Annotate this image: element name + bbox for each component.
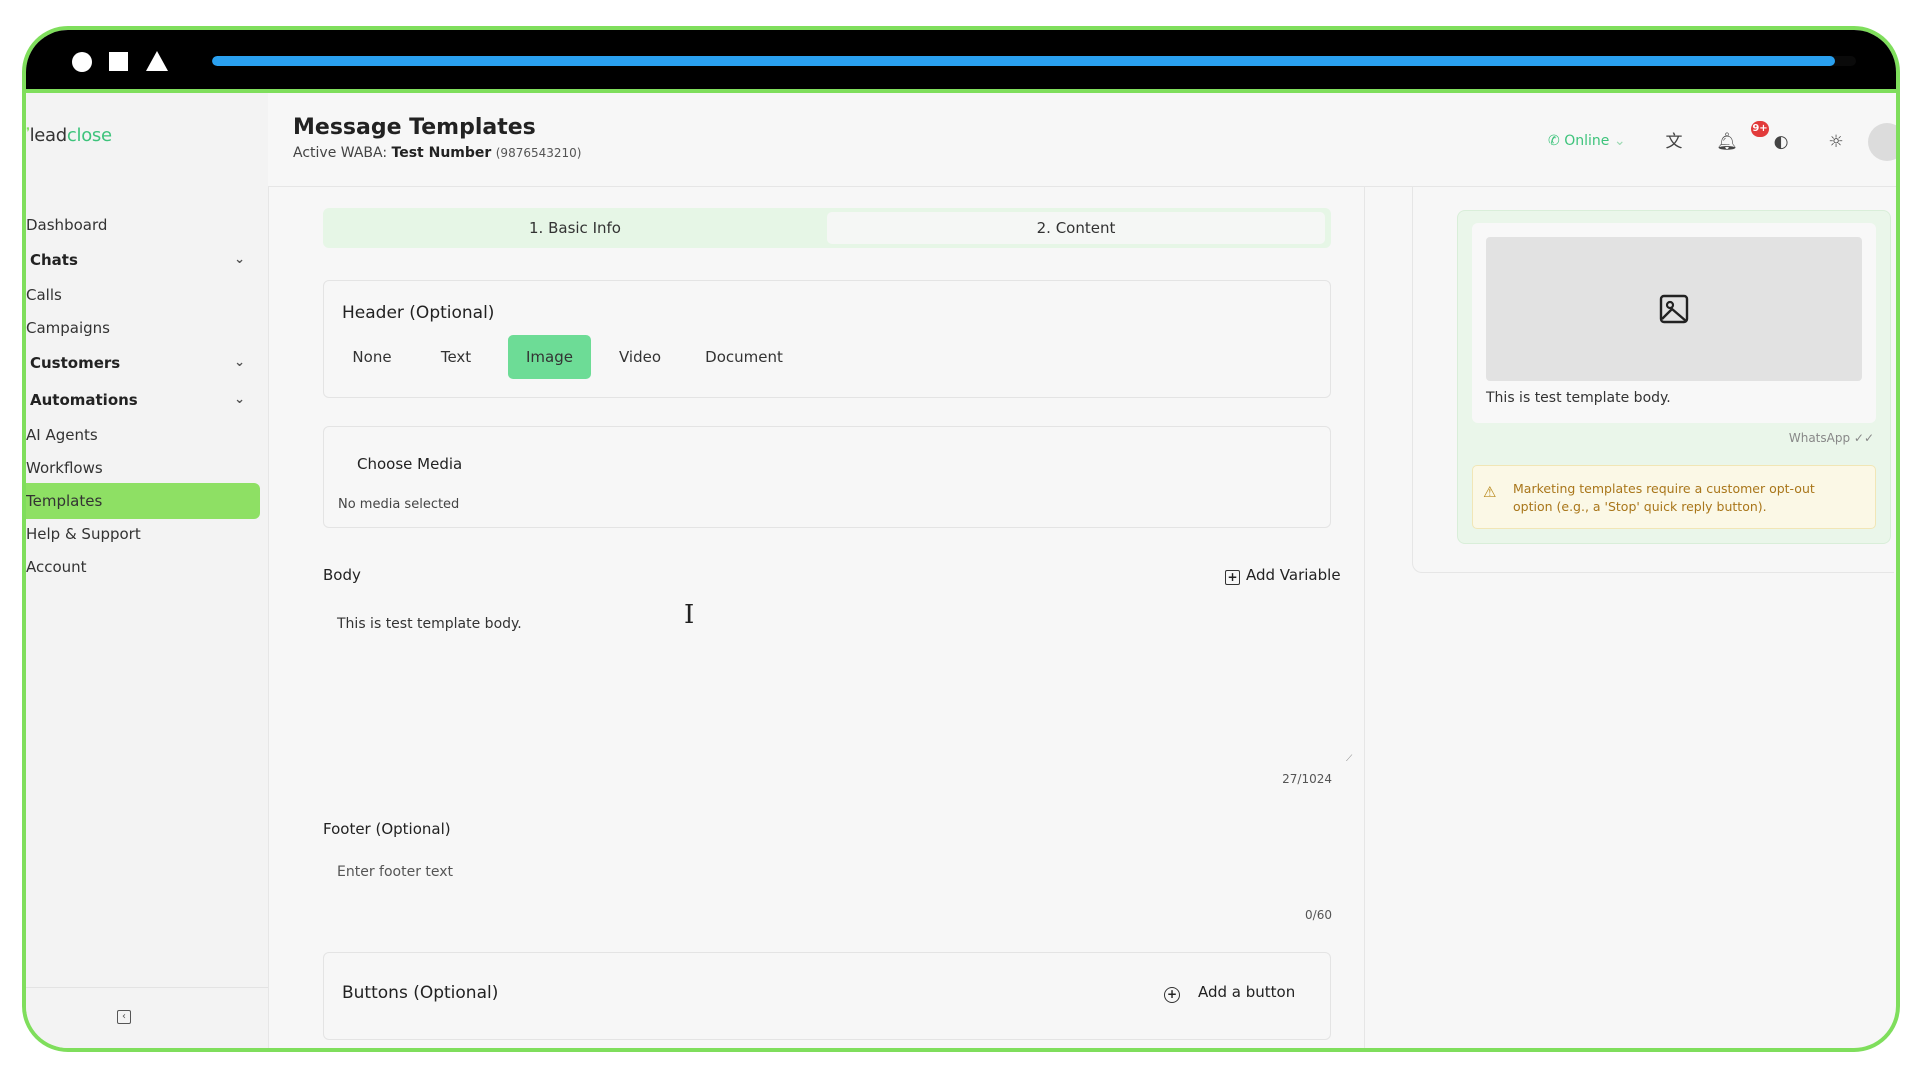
chevron-down-icon[interactable]: ⌄	[234, 242, 245, 278]
body-char-counter: 27/1024	[1282, 772, 1332, 786]
sidebar-item-label: Dashboard	[26, 216, 108, 234]
footer-input[interactable]: Enter footer text	[337, 864, 453, 880]
chevron-down-icon[interactable]: ⌄	[234, 345, 245, 381]
play-triangle-icon[interactable]	[146, 51, 168, 71]
waba-name: Test Number	[391, 145, 492, 161]
sun-icon[interactable]: ☼	[1825, 131, 1847, 153]
sidebar-footer: ‹	[26, 987, 268, 1048]
header-option-none[interactable]: None	[340, 335, 404, 379]
sidebar-item-label: Campaigns	[26, 319, 111, 337]
resize-handle-icon[interactable]: ⟋	[1346, 754, 1352, 764]
header-option-image[interactable]: Image	[508, 335, 591, 379]
palette-icon[interactable]: ◐	[1770, 131, 1792, 153]
sidebar-item-label: Help & Support	[26, 525, 141, 543]
media-status: No media selected	[338, 497, 460, 512]
recording-bar	[26, 30, 1896, 93]
sidebar-item-label: Customers	[30, 354, 121, 372]
stop-square-icon[interactable]	[109, 52, 128, 71]
media-placeholder	[1486, 237, 1862, 381]
text-cursor-icon: I	[684, 600, 695, 630]
buttons-card-title: Buttons (Optional)	[342, 983, 499, 1003]
header-card-title: Header (Optional)	[342, 303, 495, 323]
recording-progress-bar[interactable]	[212, 56, 1856, 66]
step-tabs: 1. Basic Info 2. Content	[323, 208, 1331, 248]
sidebar-item-label: Chats	[30, 251, 78, 269]
body-label: Body	[323, 566, 361, 584]
header-option-document[interactable]: Document	[694, 335, 794, 379]
footer-label: Footer (Optional)	[323, 820, 451, 838]
sidebar: ❜leadclose Dashboard Chats ⌄ Calls Campai…	[26, 93, 269, 1048]
phone-icon: ✆	[1548, 133, 1560, 149]
translate-icon[interactable]: 文	[1663, 131, 1685, 153]
chevron-down-icon: ⌄	[1613, 133, 1626, 149]
plus-square-icon: +	[1225, 570, 1240, 585]
sidebar-item-campaigns[interactable]: Campaigns	[26, 310, 261, 346]
header-card: Header (Optional) None Text Image Video …	[323, 280, 1331, 398]
chevron-down-icon[interactable]: ⌄	[234, 382, 245, 418]
add-button-button[interactable]: + Add a button	[1164, 983, 1295, 1003]
choose-media-button[interactable]: Choose Media	[357, 455, 462, 473]
sidebar-item-dashboard[interactable]: Dashboard	[26, 207, 261, 243]
buttons-card: Buttons (Optional) + Add a button	[323, 952, 1331, 1040]
logo-lead-text: lead	[29, 125, 68, 146]
add-variable-label: Add Variable	[1246, 566, 1341, 584]
sidebar-item-label: Templates	[26, 492, 103, 510]
page-title: Message Templates	[293, 115, 536, 140]
warning-text: Marketing templates require a customer o…	[1513, 481, 1815, 514]
sidebar-item-customers[interactable]: Customers ⌄	[26, 345, 261, 381]
preview-body-text: This is test template body.	[1486, 390, 1671, 406]
sidebar-item-label: AI Agents	[26, 426, 98, 444]
message-bubble: This is test template body.	[1472, 223, 1876, 423]
preview-panel: This is test template body. WhatsApp ✓✓ …	[1412, 186, 1894, 573]
sidebar-item-help-support[interactable]: Help & Support	[26, 516, 261, 552]
status-label: Online	[1564, 133, 1610, 149]
avatar[interactable]	[1868, 123, 1896, 161]
preview-card: This is test template body. WhatsApp ✓✓ …	[1457, 210, 1891, 544]
sidebar-item-calls[interactable]: Calls	[26, 277, 261, 313]
sidebar-item-account[interactable]: Account	[26, 549, 261, 585]
status-dropdown[interactable]: ✆ Online ⌄	[1548, 133, 1626, 149]
media-card: Choose Media No media selected	[323, 426, 1331, 528]
header-option-text[interactable]: Text	[424, 335, 488, 379]
sidebar-item-label: Workflows	[26, 459, 103, 477]
sidebar-item-label: Account	[26, 558, 87, 576]
bell-icon[interactable]: 🔔︎	[1716, 131, 1738, 153]
logo[interactable]: ❜leadclose	[26, 125, 112, 146]
footer-char-counter: 0/60	[1305, 908, 1332, 922]
warning-icon: ⚠	[1483, 483, 1497, 501]
whatsapp-tag: WhatsApp ✓✓	[1788, 431, 1874, 445]
sidebar-item-label: Automations	[30, 391, 138, 409]
waba-phone: (9876543210)	[495, 146, 582, 160]
notification-badge: 9+	[1751, 121, 1769, 137]
sidebar-item-workflows[interactable]: Workflows	[26, 450, 261, 486]
tab-content[interactable]: 2. Content	[827, 212, 1325, 244]
sidebar-item-label: Calls	[26, 286, 62, 304]
app-window: ❜leadclose Dashboard Chats ⌄ Calls Campai…	[22, 26, 1900, 1052]
sidebar-item-chats[interactable]: Chats ⌄	[26, 242, 261, 278]
opt-out-warning: ⚠ Marketing templates require a customer…	[1472, 465, 1876, 529]
body-textarea[interactable]: This is test template body.	[337, 616, 522, 632]
sidebar-item-templates[interactable]: Templates	[26, 483, 260, 519]
sidebar-item-ai-agents[interactable]: AI Agents	[26, 417, 261, 453]
template-form: 1. Basic Info 2. Content Header (Optiona…	[294, 186, 1365, 1048]
tab-basic-info[interactable]: 1. Basic Info	[327, 212, 823, 244]
record-circle-icon[interactable]	[72, 52, 92, 72]
waba-prefix: Active WABA:	[293, 145, 388, 161]
add-button-label: Add a button	[1198, 983, 1296, 1001]
image-icon	[1659, 294, 1689, 324]
header-option-video[interactable]: Video	[608, 335, 672, 379]
collapse-sidebar-icon[interactable]: ‹	[117, 1010, 131, 1024]
active-waba: Active WABA: Test Number (9876543210)	[293, 145, 581, 161]
add-variable-button[interactable]: + Add Variable	[1225, 566, 1341, 585]
plus-circle-icon: +	[1164, 987, 1180, 1003]
logo-close-text: close	[66, 125, 112, 146]
sidebar-item-automations[interactable]: Automations ⌄	[26, 382, 261, 418]
recording-progress-fill	[212, 56, 1835, 66]
page-header: Message Templates Active WABA: Test Numb…	[268, 93, 1896, 187]
